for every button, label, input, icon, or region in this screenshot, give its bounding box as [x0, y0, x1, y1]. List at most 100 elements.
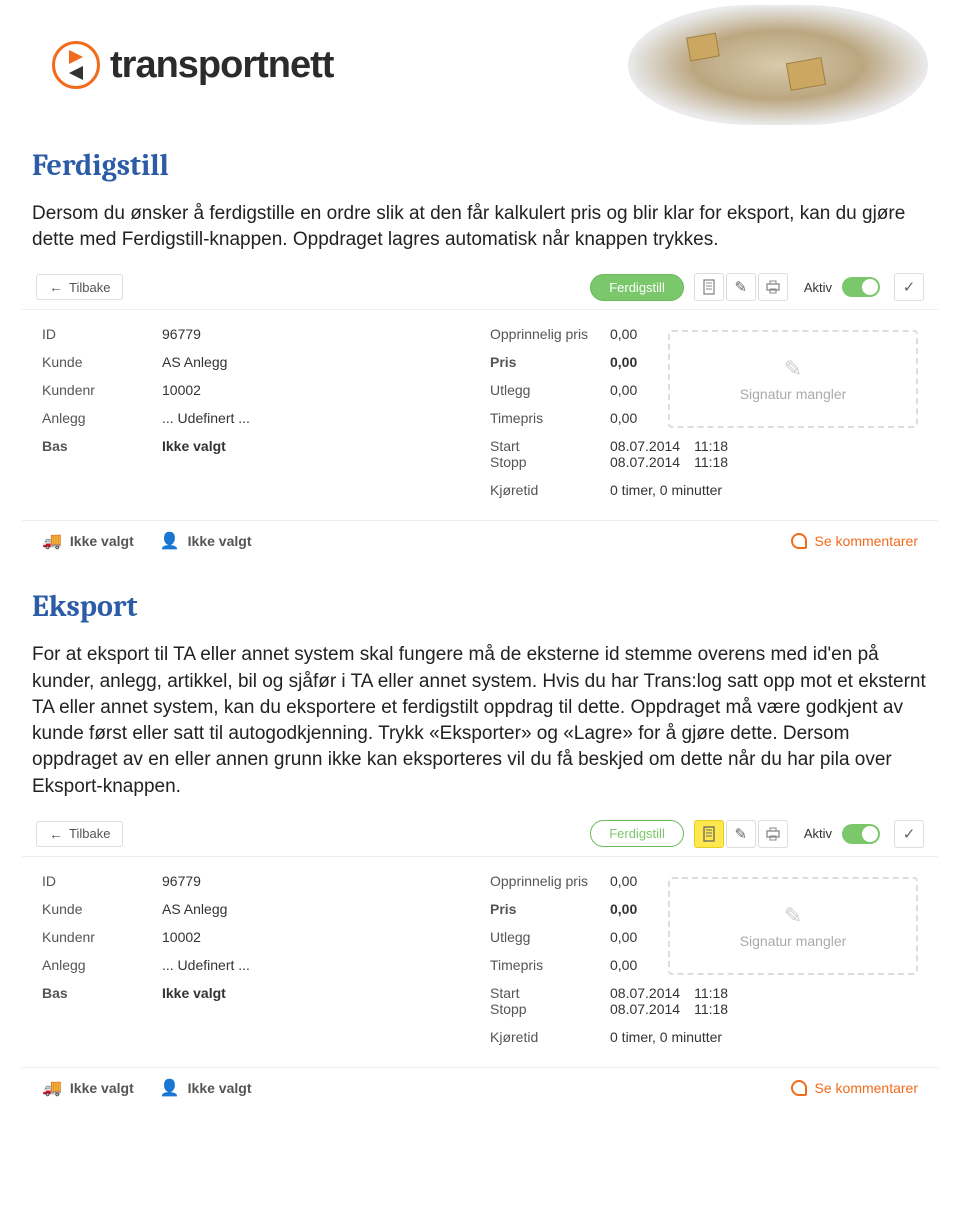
detail-row: BasIkke valgt	[42, 985, 470, 1001]
ferdigstill-button[interactable]: Ferdigstill	[590, 820, 684, 847]
comments-link[interactable]: Se kommentarer	[791, 533, 918, 549]
header-banner: transportnett	[32, 0, 928, 130]
detail-value: 0,00	[610, 326, 637, 342]
ferdigstill-button[interactable]: Ferdigstill	[590, 274, 684, 301]
aktiv-label: Aktiv	[804, 826, 832, 841]
section-title-eksport: Eksport	[32, 589, 928, 624]
detail-label: Bas	[42, 438, 162, 454]
vehicle-select[interactable]: 🚚 Ikke valgt	[42, 531, 134, 551]
signature-label: Signatur mangler	[740, 386, 847, 402]
detail-label: Timepris	[490, 410, 610, 426]
detail-label: ID	[42, 873, 162, 889]
aktiv-toggle[interactable]	[842, 277, 880, 297]
detail-label: Kunde	[42, 901, 162, 917]
detail-row: BasIkke valgt	[42, 438, 470, 454]
detail-value: 10002	[162, 382, 201, 398]
edit-icon[interactable]: ✎	[726, 820, 756, 848]
detail-value: AS Anlegg	[162, 901, 227, 917]
topbar: ← Tilbake Ferdigstill ✎ Aktiv ✓	[22, 812, 938, 857]
confirm-button[interactable]: ✓	[894, 820, 924, 848]
detail-row: Kundenr10002	[42, 382, 470, 398]
topbar: ← Tilbake Ferdigstill ✎ Aktiv ✓	[22, 265, 938, 310]
truck-icon: 🚚	[42, 531, 62, 551]
detail-row: KundeAS Anlegg	[42, 901, 470, 917]
detail-row: KundeAS Anlegg	[42, 354, 470, 370]
confirm-button[interactable]: ✓	[894, 273, 924, 301]
detail-label: Opprinnelig pris	[490, 326, 610, 342]
detail-value: AS Anlegg	[162, 354, 227, 370]
logo: transportnett	[32, 41, 333, 89]
detail-label: Anlegg	[42, 410, 162, 426]
signature-box[interactable]: ✎ Signatur mangler	[668, 877, 918, 975]
detail-value: ... Udefinert ...	[162, 957, 250, 973]
detail-row: ID96779	[42, 873, 470, 889]
arrow-left-icon: ←	[49, 279, 63, 295]
ui-panel-1: ← Tilbake Ferdigstill ✎ Aktiv ✓ ID96779 K…	[22, 265, 938, 561]
detail-value: Ikke valgt	[162, 438, 226, 454]
section-para-eksport: For at eksport til TA eller annet system…	[32, 642, 928, 799]
detail-label: Opprinnelig pris	[490, 873, 610, 889]
detail-label: Bas	[42, 985, 162, 1001]
signature-box[interactable]: ✎ Signatur mangler	[668, 330, 918, 428]
left-column: ID96779KundeAS AnleggKundenr10002Anlegg.…	[42, 326, 470, 510]
detail-value: 0,00	[610, 873, 637, 889]
detail-row: Anlegg... Udefinert ...	[42, 957, 470, 973]
back-button[interactable]: ← Tilbake	[36, 821, 123, 847]
pencil-icon: ✎	[680, 903, 906, 929]
comment-icon	[791, 1080, 807, 1096]
pencil-icon: ✎	[680, 356, 906, 382]
comment-icon	[791, 533, 807, 549]
back-label: Tilbake	[69, 826, 110, 841]
detail-row: Anlegg... Udefinert ...	[42, 410, 470, 426]
detail-label: Anlegg	[42, 957, 162, 973]
detail-row: Kjøretid0 timer, 0 minutter	[490, 1029, 918, 1045]
logo-icon	[52, 41, 100, 89]
detail-value: 0,00	[610, 410, 637, 426]
person-icon: 👤	[160, 531, 180, 551]
export-icon[interactable]	[694, 820, 724, 848]
detail-value: 0,00	[610, 929, 637, 945]
person-icon: 👤	[160, 1078, 180, 1098]
detail-row: Kjøretid0 timer, 0 minutter	[490, 482, 918, 498]
detail-value: 0,00	[610, 957, 637, 973]
detail-label: Pris	[490, 901, 610, 917]
left-column: ID96779KundeAS AnleggKundenr10002Anlegg.…	[42, 873, 470, 1057]
section-para-ferdigstill: Dersom du ønsker å ferdigstille en ordre…	[32, 201, 928, 253]
logo-text: transportnett	[110, 44, 333, 87]
detail-value: 0,00	[610, 901, 637, 917]
ui-panel-2: ← Tilbake Ferdigstill ✎ Aktiv ✓ ID96779K…	[22, 812, 938, 1108]
detail-row: ID96779	[42, 326, 470, 342]
print-icon[interactable]	[758, 273, 788, 301]
signature-label: Signatur mangler	[740, 933, 847, 949]
detail-value: 96779	[162, 873, 201, 889]
driver-select[interactable]: 👤 Ikke valgt	[160, 531, 252, 551]
detail-label: Kundenr	[42, 382, 162, 398]
print-icon[interactable]	[758, 820, 788, 848]
vehicle-select[interactable]: 🚚 Ikke valgt	[42, 1078, 134, 1098]
detail-value: 0,00	[610, 382, 637, 398]
detail-value: ... Udefinert ...	[162, 410, 250, 426]
detail-label: ID	[42, 326, 162, 342]
truck-icon: 🚚	[42, 1078, 62, 1098]
detail-label: Kundenr	[42, 929, 162, 945]
aktiv-toggle[interactable]	[842, 824, 880, 844]
detail-row: StartStopp08.07.201411:1808.07.201411:18	[490, 438, 918, 470]
globe-graphic	[628, 5, 928, 125]
detail-row: Kundenr10002	[42, 929, 470, 945]
section-title-ferdigstill: Ferdigstill	[32, 148, 928, 183]
back-label: Tilbake	[69, 280, 110, 295]
detail-label: Utlegg	[490, 929, 610, 945]
detail-value: 96779	[162, 326, 201, 342]
arrow-left-icon: ←	[49, 826, 63, 842]
edit-icon[interactable]: ✎	[726, 273, 756, 301]
detail-row: StartStopp08.07.201411:1808.07.201411:18	[490, 985, 918, 1017]
driver-select[interactable]: 👤 Ikke valgt	[160, 1078, 252, 1098]
detail-label: Timepris	[490, 957, 610, 973]
back-button[interactable]: ← Tilbake	[36, 274, 123, 300]
detail-value: Ikke valgt	[162, 985, 226, 1001]
comments-link[interactable]: Se kommentarer	[791, 1080, 918, 1096]
detail-value: 10002	[162, 929, 201, 945]
aktiv-label: Aktiv	[804, 280, 832, 295]
export-icon[interactable]	[694, 273, 724, 301]
detail-value: 0,00	[610, 354, 637, 370]
